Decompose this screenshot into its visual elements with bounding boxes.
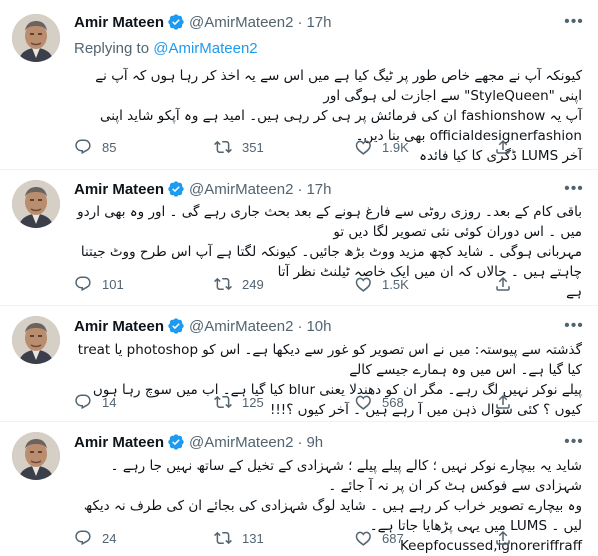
- replying-to-label: Replying to: [74, 40, 154, 57]
- reply-count: 101: [102, 276, 124, 292]
- reply-count: 14: [102, 394, 117, 410]
- reply-button[interactable]: 85: [74, 138, 144, 156]
- retweet-count: 249: [242, 276, 264, 292]
- reply-button[interactable]: 14: [74, 393, 144, 411]
- reply-icon: [74, 275, 92, 293]
- tweet-time[interactable]: 17h: [306, 14, 331, 31]
- share-button[interactable]: [494, 138, 514, 156]
- tweet-time[interactable]: 17h: [306, 181, 331, 198]
- reply-count: 85: [102, 139, 117, 155]
- avatar-image: [12, 432, 60, 480]
- heart-icon: [354, 393, 372, 411]
- tweet-1[interactable]: Amir Mateen @AmirMateen2 · 17h ••• Reply…: [0, 0, 598, 170]
- replying-to-handle[interactable]: @AmirMateen2: [153, 40, 257, 57]
- retweet-button[interactable]: 125: [214, 393, 284, 411]
- author-name[interactable]: Amir Mateen: [74, 181, 164, 198]
- tweet-time[interactable]: 9h: [306, 434, 323, 451]
- separator-dot: ·: [297, 13, 303, 31]
- tweet-3[interactable]: Amir Mateen @AmirMateen2 · 10h ••• گذشتہ…: [0, 306, 598, 422]
- tweet-line: کیونکہ آپ نے مجھے خاص طور پر ٹیگ کیا ہے …: [95, 68, 582, 104]
- share-icon: [494, 393, 512, 411]
- avatar-image: [12, 14, 60, 62]
- retweet-icon: [214, 529, 232, 547]
- tweet-actions: 85 351 1.9K: [74, 137, 514, 157]
- avatar-image: [12, 180, 60, 228]
- tweet-actions: 24 131 687: [74, 528, 514, 548]
- reply-button[interactable]: 101: [74, 275, 144, 293]
- tweet-header: Amir Mateen @AmirMateen2 · 17h: [74, 179, 332, 199]
- separator-dot: ·: [297, 180, 303, 198]
- avatar[interactable]: [12, 180, 60, 228]
- tweet-time[interactable]: 10h: [306, 318, 331, 335]
- retweet-count: 131: [242, 530, 264, 546]
- retweet-icon: [214, 275, 232, 293]
- reply-icon: [74, 393, 92, 411]
- share-button[interactable]: [494, 275, 514, 293]
- avatar[interactable]: [12, 432, 60, 480]
- like-count: 1.9K: [382, 139, 409, 155]
- author-handle[interactable]: @AmirMateen2: [189, 181, 293, 198]
- like-count: 1.5K: [382, 276, 409, 292]
- avatar[interactable]: [12, 316, 60, 364]
- tweet-actions: 14 125 568: [74, 392, 514, 412]
- heart-icon: [354, 138, 372, 156]
- tweet-header: Amir Mateen @AmirMateen2 · 17h: [74, 12, 332, 32]
- reply-icon: [74, 138, 92, 156]
- author-name[interactable]: Amir Mateen: [74, 434, 164, 451]
- like-button[interactable]: 1.9K: [354, 138, 424, 156]
- retweet-icon: [214, 138, 232, 156]
- author-handle[interactable]: @AmirMateen2: [189, 434, 293, 451]
- author-name[interactable]: Amir Mateen: [74, 318, 164, 335]
- author-name[interactable]: Amir Mateen: [74, 14, 164, 31]
- retweet-icon: [214, 393, 232, 411]
- more-options-icon[interactable]: •••: [564, 12, 584, 32]
- like-button[interactable]: 568: [354, 393, 424, 411]
- share-icon: [494, 275, 512, 293]
- retweet-count: 351: [242, 139, 264, 155]
- avatar[interactable]: [12, 14, 60, 62]
- verified-icon: [167, 13, 185, 31]
- retweet-button[interactable]: 351: [214, 138, 284, 156]
- more-options-icon[interactable]: •••: [564, 179, 584, 199]
- separator-dot: ·: [297, 433, 303, 451]
- tweet-header: Amir Mateen @AmirMateen2 · 10h: [74, 316, 332, 336]
- verified-icon: [167, 180, 185, 198]
- tweet-line: شاید یہ بیچارے نوکر نہیں ؛ کالے پیلے پیل…: [110, 458, 582, 494]
- avatar-image: [12, 316, 60, 364]
- like-button[interactable]: 687: [354, 529, 424, 547]
- verified-icon: [167, 317, 185, 335]
- author-handle[interactable]: @AmirMateen2: [189, 318, 293, 335]
- author-handle[interactable]: @AmirMateen2: [189, 14, 293, 31]
- like-button[interactable]: 1.5K: [354, 275, 424, 293]
- tweet-line: باقی کام کے بعد۔ روزی روٹی سے فارغ ہونے …: [77, 204, 582, 240]
- tweet-line: گذشتہ سے پیوستہ: میں نے اس تصویر کو غور …: [77, 342, 582, 378]
- heart-icon: [354, 275, 372, 293]
- more-options-icon[interactable]: •••: [564, 316, 584, 336]
- tweet-actions: 101 249 1.5K: [74, 274, 514, 294]
- reply-button[interactable]: 24: [74, 529, 144, 547]
- retweet-count: 125: [242, 394, 264, 410]
- share-icon: [494, 138, 512, 156]
- like-count: 687: [382, 530, 404, 546]
- share-button[interactable]: [494, 529, 514, 547]
- replying-to: Replying to @AmirMateen2: [74, 40, 258, 57]
- tweet-header: Amir Mateen @AmirMateen2 · 9h: [74, 432, 323, 452]
- share-icon: [494, 529, 512, 547]
- like-count: 568: [382, 394, 404, 410]
- more-options-icon[interactable]: •••: [564, 432, 584, 452]
- retweet-button[interactable]: 249: [214, 275, 284, 293]
- heart-icon: [354, 529, 372, 547]
- reply-count: 24: [102, 530, 117, 546]
- verified-icon: [167, 433, 185, 451]
- separator-dot: ·: [297, 317, 303, 335]
- reply-icon: [74, 529, 92, 547]
- tweet-4[interactable]: Amir Mateen @AmirMateen2 · 9h ••• شاید ی…: [0, 422, 598, 554]
- retweet-button[interactable]: 131: [214, 529, 284, 547]
- share-button[interactable]: [494, 393, 514, 411]
- tweet-2[interactable]: Amir Mateen @AmirMateen2 · 17h ••• باقی …: [0, 170, 598, 306]
